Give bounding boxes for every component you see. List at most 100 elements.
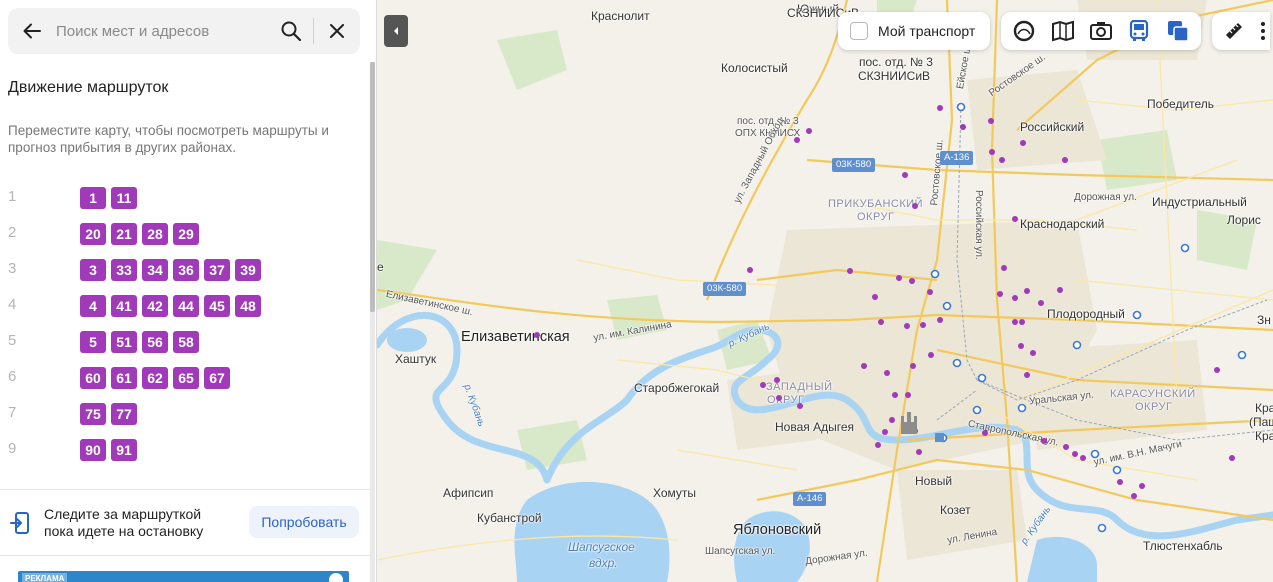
place-tlyustenkhabl: Тлюстенхабль (1143, 539, 1223, 553)
layer-scheme-button[interactable] (1164, 17, 1192, 45)
route-chip[interactable]: 61 (111, 367, 137, 389)
route-chip[interactable]: 20 (80, 223, 106, 245)
ruler-button[interactable] (1224, 21, 1244, 41)
route-chip[interactable]: 60 (80, 367, 106, 389)
place-krasn-1: Крас (1255, 401, 1273, 415)
place-zn: Зн (1257, 313, 1271, 327)
back-button[interactable] (8, 8, 56, 54)
route-chips: 90 91 (80, 439, 137, 461)
route-group-row: 4 4 41 42 44 45 48 (0, 288, 370, 324)
layers-icon (1167, 21, 1189, 42)
route-chip[interactable]: 1 (80, 187, 106, 209)
route-chip[interactable]: 29 (173, 223, 199, 245)
my-transport-checkbox[interactable] (850, 22, 868, 40)
route-chip[interactable]: 28 (142, 223, 168, 245)
ruler-icon (1226, 23, 1242, 39)
info-icon[interactable] (329, 573, 343, 582)
district-prikubansky: ПРИКУБАНСКИЙ (828, 198, 924, 210)
place-kubanstroy: Кубанстрой (477, 511, 542, 525)
search-button[interactable] (269, 8, 313, 54)
camera-icon (1089, 22, 1112, 40)
route-chip[interactable]: 62 (142, 367, 168, 389)
arrow-left-icon (23, 23, 41, 39)
search-icon (281, 21, 301, 41)
route-chip[interactable]: 5 (80, 331, 106, 353)
side-panel: Движение маршруток Переместите карту, чт… (0, 0, 377, 582)
search-input[interactable] (56, 8, 269, 54)
my-transport-toggle[interactable]: Мой транспорт (838, 12, 990, 50)
panel-subtitle: Переместите карту, чтобы посмотреть марш… (8, 123, 329, 155)
place-starobzhegokay: Старобжегокай (634, 381, 720, 395)
place-novy: Новый (915, 474, 953, 488)
bus-icon (1130, 20, 1149, 41)
place-krasnolit: Краснолит (591, 9, 650, 23)
route-chips: 75 77 (80, 403, 137, 425)
scrollbar-thumb[interactable] (370, 62, 375, 312)
district-karasunsky: КАРАСУНСКИЙ (1110, 388, 1196, 400)
route-chip[interactable]: 77 (111, 403, 137, 425)
route-chip[interactable]: 33 (111, 259, 137, 281)
route-chip[interactable]: 39 (235, 259, 261, 281)
close-button[interactable] (314, 8, 360, 54)
place-loris: Лорис (1227, 213, 1261, 227)
route-chips: 20 21 28 29 (80, 223, 199, 245)
place-pos3-skz: пос. отд. № 3 (859, 55, 933, 69)
route-group-row: 9 90 91 (0, 432, 370, 468)
route-chip[interactable]: 34 (142, 259, 168, 281)
street-shapsugskaya: Шапсугская ул. (705, 546, 776, 557)
more-icon (1261, 22, 1265, 40)
panorama-icon (1013, 20, 1035, 42)
route-group-row: 3 3 33 34 36 37 39 (0, 252, 370, 288)
route-chip[interactable]: 4 (80, 295, 106, 317)
route-chip[interactable]: 11 (111, 187, 137, 209)
highway-shield: А-136 (940, 151, 974, 165)
place-yablonovsky: Яблоновский (733, 522, 822, 538)
route-chip[interactable]: 58 (173, 331, 199, 353)
route-chips: 4 41 42 44 45 48 (80, 295, 261, 317)
layer-panorama-button[interactable] (1010, 17, 1038, 45)
route-chip[interactable]: 48 (235, 295, 261, 317)
water-shapsug-vdkhr: вдхр. (589, 556, 618, 570)
panel-title: Движение маршруток (8, 79, 169, 96)
route-chip[interactable]: 44 (173, 295, 199, 317)
place-pos3-opkh: пос. отд. № 3 (737, 116, 799, 127)
layer-photo-button[interactable] (1087, 17, 1115, 45)
panel-scrollbar[interactable] (370, 62, 375, 582)
place-plodorodny: Плодородный (1047, 307, 1125, 321)
more-button[interactable] (1256, 21, 1270, 41)
layer-transport-button[interactable] (1125, 17, 1153, 45)
route-chip[interactable]: 41 (111, 295, 137, 317)
route-chip[interactable]: 65 (173, 367, 199, 389)
phone-exit-icon (10, 512, 30, 539)
try-button[interactable]: Попробовать (249, 506, 359, 538)
highway-shield: 03К-580 (832, 158, 876, 172)
map-book-icon (1051, 20, 1074, 42)
route-chips: 1 11 (80, 187, 137, 209)
route-chip[interactable]: 3 (80, 259, 106, 281)
route-chip[interactable]: 51 (111, 331, 137, 353)
route-group-number: 6 (8, 368, 17, 385)
route-chip[interactable]: 91 (111, 439, 137, 461)
street-rossiyskaya: Российская ул. (973, 190, 984, 260)
ad-banner[interactable]: РЕКЛАМА (18, 571, 349, 582)
route-chip[interactable]: 67 (204, 367, 230, 389)
place-krasn-3: Крас (1255, 429, 1273, 443)
place-e: е (377, 260, 384, 274)
route-chip[interactable]: 45 (204, 295, 230, 317)
route-chip[interactable]: 90 (80, 439, 106, 461)
route-chip[interactable]: 75 (80, 403, 106, 425)
route-chip[interactable]: 42 (142, 295, 168, 317)
map-canvas[interactable]: Краснолит Южный СКЗНИИСиВ Колосистый пос… (377, 0, 1273, 582)
ad-label: РЕКЛАМА (22, 573, 68, 582)
layer-traffic-button[interactable] (1049, 17, 1077, 45)
divider (0, 489, 370, 490)
place-industrialny: Индустриальный (1152, 195, 1247, 209)
route-chip[interactable]: 37 (204, 259, 230, 281)
place-kolosisty: Колосистый (721, 61, 788, 75)
route-group-number: 5 (8, 332, 17, 349)
collapse-panel-button[interactable] (384, 15, 408, 47)
route-chip[interactable]: 21 (111, 223, 137, 245)
route-group-row: 2 20 21 28 29 (0, 216, 370, 252)
route-chip[interactable]: 56 (142, 331, 168, 353)
route-chip[interactable]: 36 (173, 259, 199, 281)
